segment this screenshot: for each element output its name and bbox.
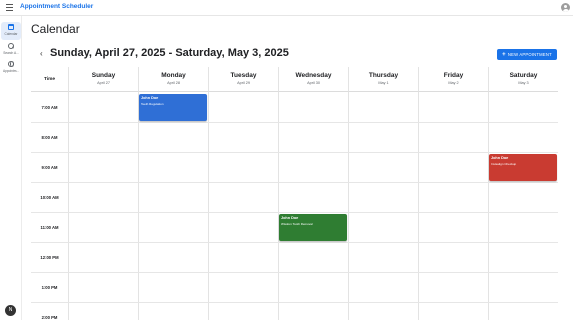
day-date: April 30 [307,81,320,85]
day-name: Thursday [368,72,399,79]
time-slot-divider [31,242,558,243]
next-week-button[interactable]: › [265,49,268,58]
appointment-card[interactable]: John Doe Wisdom Tooth Removal [279,214,347,241]
day-date: April 28 [167,81,180,85]
rail-item-search[interactable]: Search A... [1,41,21,59]
rail-item-calendar[interactable]: Calendar [1,22,21,40]
previous-week-button[interactable]: ‹ [40,49,43,58]
appointment-client-name: John Doe [491,156,509,160]
appointment-type: Invisalign Checkup [491,161,517,166]
day-name: Friday [443,72,464,79]
globe-icon [8,61,14,67]
appointment-card[interactable]: John Doe Teeth Regulation [139,94,207,121]
day-header-saturday: Saturday May 3 [488,67,558,92]
day-header-thursday: Thursday May 1 [348,67,418,92]
day-header-monday: Monday April 28 [138,67,208,92]
day-header-friday: Friday May 2 [418,67,488,92]
week-calendar-grid: Time Sunday April 27 Monday April 28 Tuesday… [31,67,558,320]
hamburger-menu-icon[interactable] [6,4,13,11]
rail-item-label: Search A... [3,50,19,55]
time-slot-label: 11:00 AM [40,225,59,230]
time-slot-label: 8:00 AM [41,135,58,140]
day-header-wednesday: Wednesday April 30 [278,67,348,92]
column-divider [488,92,489,320]
day-date: May 2 [448,81,459,85]
day-name: Saturday [509,72,538,79]
day-name: Tuesday [230,72,257,79]
user-avatar[interactable]: N [5,305,16,316]
column-divider [348,92,349,320]
column-divider [68,92,69,320]
day-name: Sunday [91,72,116,79]
time-slot-divider [31,212,558,213]
rail-item-label: Calendar [4,31,18,36]
time-column-header: Time [31,67,68,92]
appointment-client-name: John Doe [281,216,299,220]
day-date: May 1 [378,81,389,85]
week-range-title: Sunday, April 27, 2025 - Saturday, May 3… [50,47,289,59]
day-date: April 29 [237,81,250,85]
time-slot-label: 10:00 AM [40,195,59,200]
time-slot-divider [31,272,558,273]
time-slot-divider [31,152,558,153]
app-bar: Appointment Scheduler [0,0,573,16]
day-header-sunday: Sunday April 27 [68,67,138,92]
column-divider [418,92,419,320]
time-slot-label: 12:00 PM [40,255,59,260]
day-name: Wednesday [295,72,332,79]
column-divider [278,92,279,320]
plus-icon: + [502,51,506,58]
page-title: Calendar [31,22,80,36]
search-icon [8,43,14,49]
appointment-type: Wisdom Tooth Removal [281,221,313,226]
time-slot-label: 2:00 PM [41,315,58,320]
time-slot-label: 9:00 AM [41,165,58,170]
time-slot-divider [31,302,558,303]
time-slot-label: 1:00 PM [41,285,58,290]
day-date: April 27 [97,81,110,85]
rail-item-appointments[interactable]: Appointm... [1,59,21,77]
time-slot-label: 7:00 AM [41,105,58,110]
new-appointment-button[interactable]: + NEW APPOINTMENT [497,49,557,60]
account-circle-icon[interactable] [561,3,570,12]
column-divider [138,92,139,320]
appointment-type: Teeth Regulation [141,101,164,106]
calendar-icon [8,24,14,30]
time-slot-divider [31,182,558,183]
day-header-tuesday: Tuesday April 29 [208,67,278,92]
time-slot-divider [31,122,558,123]
day-name: Monday [161,72,186,79]
navigation-rail: Calendar Search A... Appointm... [0,16,22,320]
day-date: May 3 [518,81,529,85]
new-appointment-label: NEW APPOINTMENT [507,52,552,57]
appointment-card[interactable]: John Doe Invisalign Checkup [489,154,557,181]
column-divider [208,92,209,320]
appointment-client-name: John Doe [141,96,159,100]
app-title[interactable]: Appointment Scheduler [20,3,93,10]
rail-item-label: Appointm... [2,68,20,73]
